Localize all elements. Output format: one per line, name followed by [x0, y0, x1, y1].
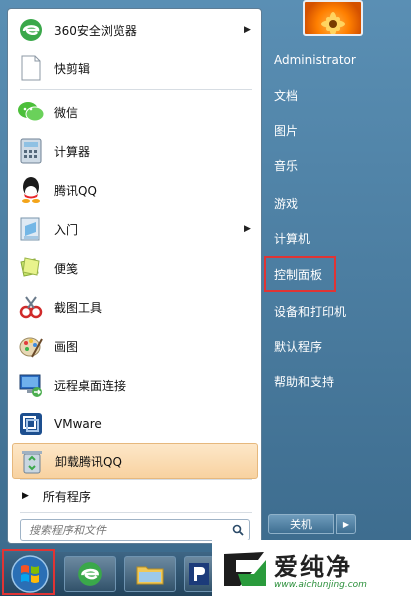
search-input[interactable] [21, 520, 227, 540]
paint-icon [16, 331, 46, 361]
program-label: VMware [54, 417, 102, 431]
submenu-arrow-icon: ▶ [244, 224, 251, 234]
program-item-vmware[interactable]: VMware [12, 406, 258, 442]
program-label: 计算器 [54, 144, 91, 159]
kuaijianji-icon [16, 53, 46, 83]
control-panel-highlight-box [264, 256, 336, 292]
watermark: 爱纯净 www.aichunjing.com [212, 540, 411, 596]
start-button-highlight-box [2, 549, 55, 595]
programs-pane: 360安全浏览器 ▶ 快剪辑 微信 计算器 腾讯QQ 入门 ▶ 便笺 截图工具 … [7, 8, 262, 544]
folder-icon [136, 566, 164, 585]
watermark-url: www.aichunjing.com [274, 579, 367, 590]
360-browser-icon [16, 15, 46, 45]
getting-started-icon [16, 214, 46, 244]
program-item-sticky-notes[interactable]: 便笺 [12, 250, 258, 286]
search-box [20, 519, 250, 541]
program-item-wechat[interactable]: 微信 [12, 94, 258, 130]
right-item-computer[interactable]: 计算机 [270, 225, 400, 251]
program-label: 远程桌面连接 [54, 378, 127, 393]
right-item-pictures[interactable]: 图片 [270, 117, 400, 143]
taskbar-360-browser[interactable] [64, 556, 116, 592]
watermark-text: 爱纯净 www.aichunjing.com [274, 547, 367, 590]
program-label: 微信 [54, 105, 79, 120]
remote-desktop-icon [16, 370, 46, 400]
search-icon[interactable] [227, 524, 249, 536]
vmware-icon [16, 409, 46, 439]
program-item-kuaijianji[interactable]: 快剪辑 [12, 50, 258, 86]
wechat-icon [16, 97, 46, 127]
program-label: 360安全浏览器 [54, 23, 137, 38]
program-item-getting-started[interactable]: 入门 ▶ [12, 211, 258, 247]
user-picture[interactable] [303, 0, 363, 36]
program-item-360-browser[interactable]: 360安全浏览器 ▶ [12, 12, 258, 48]
right-item-user[interactable]: Administrator [270, 47, 400, 73]
submenu-arrow-icon: ▶ [244, 25, 251, 35]
program-item-remote-desktop[interactable]: 远程桌面连接 [12, 367, 258, 403]
program-item-paint[interactable]: 画图 [12, 328, 258, 364]
qq-icon [16, 175, 46, 205]
program-item-calculator[interactable]: 计算器 [12, 133, 258, 169]
right-item-games[interactable]: 游戏 [270, 190, 400, 216]
taskbar-file-explorer[interactable] [124, 556, 176, 592]
program-label: 卸载腾讯QQ [55, 454, 122, 469]
right-item-help-support[interactable]: 帮助和支持 [270, 368, 400, 394]
program-label: 入门 [54, 222, 79, 237]
program-item-uninstall-qq[interactable]: 卸载腾讯QQ [12, 443, 258, 479]
right-item-music[interactable]: 音乐 [270, 152, 400, 178]
program-label: 便笺 [54, 261, 79, 276]
separator [20, 89, 252, 90]
separator [20, 479, 252, 480]
start-menu: 360安全浏览器 ▶ 快剪辑 微信 计算器 腾讯QQ 入门 ▶ 便笺 截图工具 … [0, 0, 411, 552]
recycle-bin-icon [17, 446, 47, 476]
separator [20, 512, 252, 513]
360-browser-icon [78, 562, 102, 586]
program-item-qq[interactable]: 腾讯QQ [12, 172, 258, 208]
calculator-icon [16, 136, 46, 166]
all-programs-label: 所有程序 [42, 489, 91, 504]
shutdown-options-arrow-icon[interactable]: ▶ [336, 514, 356, 534]
right-item-documents[interactable]: 文档 [270, 82, 400, 108]
shutdown-button[interactable]: 关机 [268, 514, 334, 534]
program-label: 腾讯QQ [54, 183, 97, 198]
watermark-brand: 爱纯净 [274, 552, 352, 581]
right-item-default-programs[interactable]: 默认程序 [270, 333, 400, 359]
sticky-notes-icon [16, 253, 46, 283]
app-icon [189, 563, 209, 585]
watermark-logo-icon [224, 552, 266, 586]
taskbar-app[interactable] [184, 556, 214, 592]
program-label: 快剪辑 [54, 61, 91, 76]
expand-arrow-icon: ▶ [22, 491, 29, 501]
program-label: 截图工具 [54, 300, 103, 315]
right-item-devices-printers[interactable]: 设备和打印机 [270, 298, 400, 324]
snipping-tool-icon [16, 292, 46, 322]
all-programs-button[interactable]: ▶ 所有程序 [12, 483, 258, 509]
program-item-snipping-tool[interactable]: 截图工具 [12, 289, 258, 325]
program-label: 画图 [54, 339, 79, 354]
